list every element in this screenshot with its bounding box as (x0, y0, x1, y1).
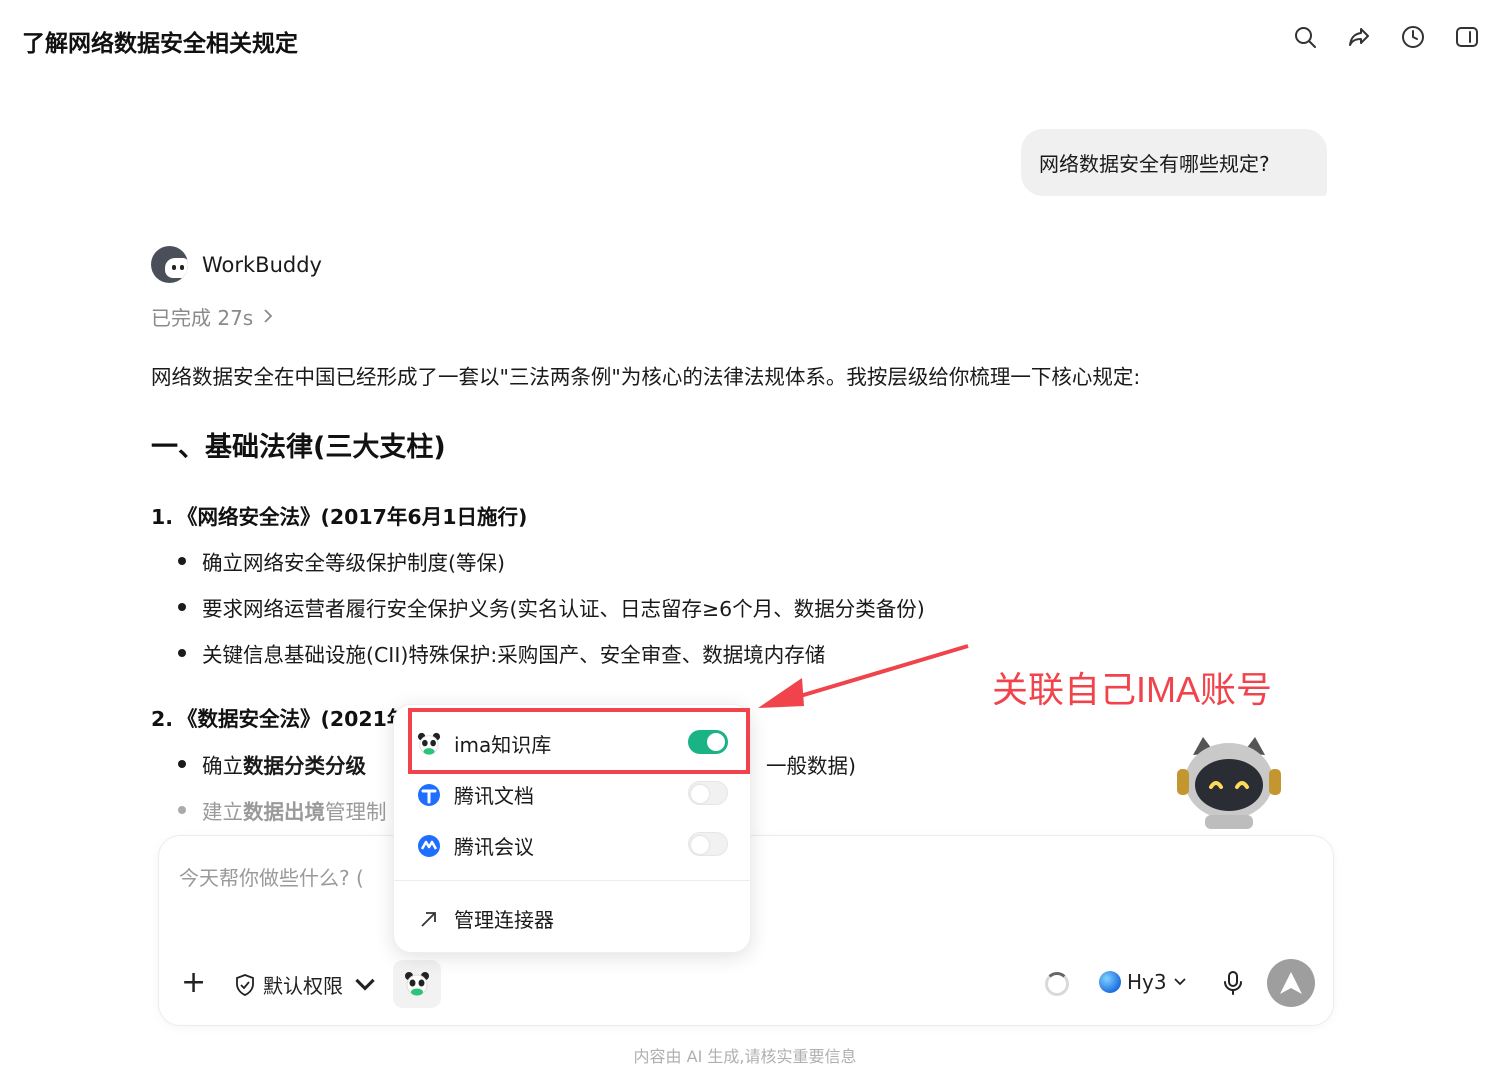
model-label: Hy3 (1127, 970, 1167, 994)
sidebar-toggle-icon[interactable] (1454, 24, 1480, 50)
tencent-docs-toggle[interactable] (688, 781, 728, 805)
manage-connectors-button[interactable]: 管理连接器 (416, 904, 554, 933)
chevron-down-icon (1173, 978, 1186, 986)
history-icon[interactable] (1400, 24, 1426, 50)
connector-label: 腾讯文档 (454, 784, 534, 808)
search-icon[interactable] (1292, 24, 1318, 50)
chevron-down-icon (355, 978, 375, 991)
tencent-docs-icon (416, 782, 442, 808)
connector-label: 腾讯会议 (454, 835, 534, 859)
ai-disclaimer: 内容由 AI 生成,请核实重要信息 (633, 1047, 857, 1066)
law-title: 2. 《数据安全法》(2021年 (151, 707, 408, 731)
composer-input[interactable]: 今天帮你做些什么? ( (179, 862, 364, 891)
microphone-button[interactable] (1221, 970, 1245, 1000)
list-item: 建立 数据出境 管理制 (178, 795, 387, 825)
tencent-meeting-icon (416, 833, 442, 859)
arrow-up-right-icon (416, 906, 442, 932)
permission-selector[interactable]: 默认权限 (233, 970, 377, 999)
agent-avatar (151, 246, 188, 283)
status-text: 已完成 27s (151, 306, 254, 330)
model-selector[interactable]: Hy3 (1099, 970, 1187, 994)
law-title: 1. 《网络安全法》(2017年6月1日施行) (151, 505, 528, 529)
header-toolbar (1292, 24, 1480, 50)
divider (394, 880, 750, 881)
loading-spinner-icon (1045, 972, 1069, 996)
permission-label: 默认权限 (263, 974, 343, 998)
user-message: 网络数据安全有哪些规定? (1021, 129, 1327, 196)
answer-intro: 网络数据安全在中国已经形成了一套以"三法两条例"为核心的法律法规体系。我按层级给… (151, 365, 1141, 389)
send-arrow-icon (1280, 972, 1302, 994)
list-item-tail: 一般数据) (766, 754, 856, 778)
connector-item-tencent-meeting[interactable]: 腾讯会议 (416, 831, 534, 860)
send-button[interactable] (1267, 959, 1315, 1007)
panda-icon (405, 972, 429, 996)
page-title: 了解网络数据安全相关规定 (22, 31, 298, 57)
model-logo-icon (1099, 971, 1121, 993)
manage-label: 管理连接器 (454, 908, 554, 932)
agent-name: WorkBuddy (202, 252, 322, 277)
section-heading: 一、基础法律(三大支柱) (151, 432, 446, 463)
list-item: 要求网络运营者履行安全保护义务(实名认证、日志留存≥6个月、数据分类备份) (178, 592, 925, 622)
list-item: 关键信息基础设施(CII)特殊保护:采购国产、安全审查、数据境内存储 (178, 638, 825, 668)
list-item: 确立网络安全等级保护制度(等保) (178, 546, 505, 576)
thinking-status[interactable]: 已完成 27s (151, 302, 273, 331)
annotation-highlight-box (408, 708, 750, 774)
annotation-label: 关联自己IMA账号 (992, 669, 1273, 710)
connector-item-tencent-docs[interactable]: 腾讯文档 (416, 780, 534, 809)
tencent-meeting-toggle[interactable] (688, 832, 728, 856)
add-attachment-button[interactable]: + (181, 968, 206, 998)
share-icon[interactable] (1346, 24, 1372, 50)
microphone-icon (1224, 971, 1242, 995)
list-item: 确立 数据分类分级 (178, 749, 366, 779)
connector-button[interactable] (393, 960, 441, 1008)
annotation-arrow (758, 644, 969, 708)
chevron-right-icon (263, 305, 273, 329)
shield-check-icon (236, 973, 254, 996)
robot-mascot[interactable] (1175, 735, 1283, 833)
agent-header: WorkBuddy (151, 246, 322, 283)
